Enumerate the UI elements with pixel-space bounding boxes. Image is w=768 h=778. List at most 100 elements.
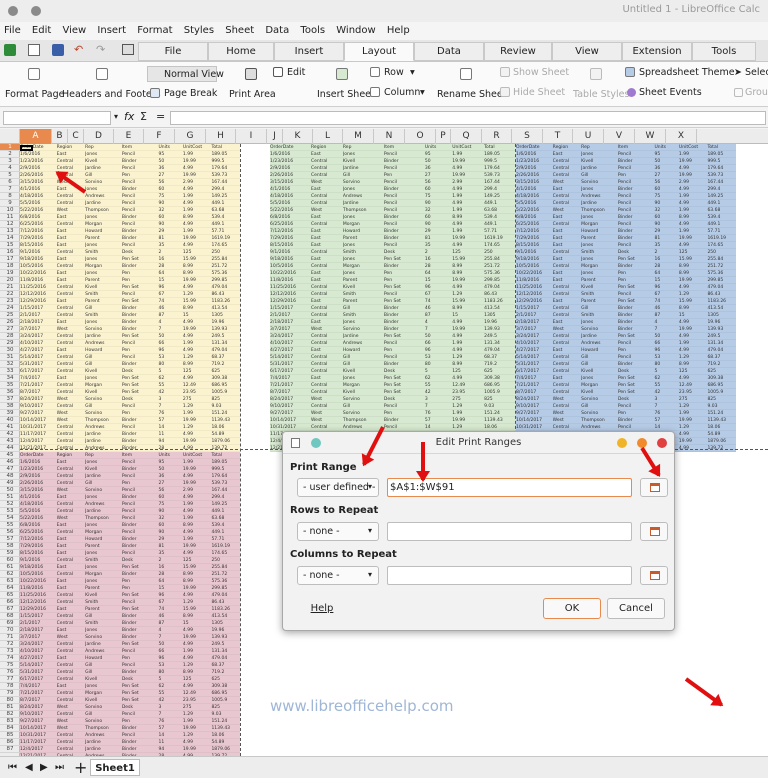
table-cell[interactable]: 686.95 <box>484 382 516 389</box>
table-cell[interactable]: East <box>57 375 86 382</box>
table-cell[interactable]: Pencil <box>384 242 425 249</box>
table-cell[interactable]: 7/12/2016 <box>516 228 553 235</box>
table-cell[interactable]: 1.99 <box>452 410 484 417</box>
table-cell[interactable]: 251.72 <box>211 263 240 270</box>
table-cell[interactable]: Gill <box>85 361 122 368</box>
table-cell[interactable]: 5 <box>158 368 182 375</box>
menu-data[interactable]: Data <box>261 22 293 36</box>
table-cell[interactable]: 3/7/2017 <box>20 634 57 641</box>
table-cell[interactable]: 60 <box>158 186 182 193</box>
table-cell[interactable]: 1619.19 <box>484 235 516 242</box>
table-cell[interactable]: Thompson <box>343 417 384 424</box>
table-cell[interactable]: 11/25/2016 <box>20 284 57 291</box>
column-button[interactable]: Column <box>384 87 420 98</box>
table-cell[interactable]: 2/1/2017 <box>516 312 553 319</box>
table-cell[interactable]: East <box>311 375 343 382</box>
table-cell[interactable]: 14 <box>158 424 182 431</box>
table-cell[interactable]: 4.99 <box>452 221 484 228</box>
table-cell[interactable]: 57 <box>158 417 182 424</box>
add-sheet-icon[interactable]: + <box>74 758 87 777</box>
table-cell[interactable]: Central <box>57 508 86 515</box>
table-cell[interactable]: 74 <box>425 298 452 305</box>
table-cell[interactable]: Pen Set <box>618 298 655 305</box>
table-cell[interactable]: UnitCost <box>183 452 212 459</box>
table-cell[interactable]: Smith <box>85 599 122 606</box>
column-header[interactable]: V <box>604 129 635 144</box>
row-header[interactable]: 52 <box>0 501 20 508</box>
table-cell[interactable]: Howard <box>85 228 122 235</box>
table-cell[interactable]: East <box>57 235 86 242</box>
row-header[interactable]: 39 <box>0 410 20 417</box>
table-cell[interactable]: 189.05 <box>707 151 736 158</box>
table-cell[interactable]: Central <box>311 305 343 312</box>
table-cell[interactable]: Morgan <box>85 263 122 270</box>
table-cell[interactable]: East <box>553 319 582 326</box>
table-cell[interactable]: Jardine <box>85 473 122 480</box>
table-cell[interactable]: Sorvino <box>581 326 618 333</box>
table-cell[interactable]: 4 <box>654 319 678 326</box>
table-cell[interactable]: 1619.19 <box>707 235 736 242</box>
table-cell[interactable]: Binder <box>122 361 159 368</box>
table-cell[interactable]: 7/21/2017 <box>20 382 57 389</box>
table-cell[interactable]: 16 <box>158 564 182 571</box>
table-cell[interactable]: West <box>553 417 582 424</box>
table-cell[interactable]: Central <box>57 557 86 564</box>
table-cell[interactable]: Kivell <box>581 389 618 396</box>
table-cell[interactable]: 2/26/2016 <box>516 172 553 179</box>
table-cell[interactable]: Howard <box>581 228 618 235</box>
table-cell[interactable]: Pencil <box>618 179 655 186</box>
table-cell[interactable]: 4.99 <box>183 508 212 515</box>
table-cell[interactable]: 1.99 <box>452 207 484 214</box>
table-cell[interactable]: 575.36 <box>484 270 516 277</box>
table-cell[interactable]: Sorvino <box>581 410 618 417</box>
row-header[interactable]: 69 <box>0 620 20 627</box>
table-cell[interactable]: Desk <box>384 249 425 256</box>
table-cell[interactable]: East <box>57 151 86 158</box>
table-cell[interactable]: 46 <box>158 613 182 620</box>
table-cell[interactable]: East <box>311 242 343 249</box>
table-cell[interactable]: Central <box>553 368 582 375</box>
table-cell[interactable]: 54.89 <box>707 431 736 438</box>
row-header[interactable]: 83 <box>0 718 20 725</box>
table-cell[interactable]: Central <box>57 333 86 340</box>
table-cell[interactable]: 8.99 <box>679 214 708 221</box>
table-cell[interactable]: Pen <box>618 172 655 179</box>
table-cell[interactable]: 50 <box>654 333 678 340</box>
table-cell[interactable]: 539.73 <box>707 172 736 179</box>
table-cell[interactable]: Sorvino <box>343 326 384 333</box>
table-cell[interactable]: Binder <box>122 305 159 312</box>
table-cell[interactable]: Howard <box>85 655 122 662</box>
table-cell[interactable]: Jardine <box>85 746 122 753</box>
table-cell[interactable]: Smith <box>581 249 618 256</box>
row-header[interactable]: 10 <box>0 207 20 214</box>
row-header[interactable]: 47 <box>0 466 20 473</box>
table-cell[interactable]: 131.34 <box>707 340 736 347</box>
table-cell[interactable]: 999.5 <box>211 466 240 473</box>
table-cell[interactable]: Central <box>57 438 86 445</box>
table-cell[interactable]: Smith <box>343 291 384 298</box>
table-cell[interactable]: Jones <box>343 214 384 221</box>
table-cell[interactable]: 12/4/2017 <box>20 438 57 445</box>
table-cell[interactable]: Jones <box>581 186 618 193</box>
row-header[interactable]: 55 <box>0 522 20 529</box>
table-cell[interactable]: Central <box>57 200 86 207</box>
table-cell[interactable]: Smith <box>581 312 618 319</box>
table-cell[interactable]: Pencil <box>384 151 425 158</box>
table-cell[interactable]: East <box>311 235 343 242</box>
table-cell[interactable]: Item <box>384 144 425 151</box>
table-cell[interactable]: 4/10/2017 <box>270 340 311 347</box>
row-header[interactable]: 4 <box>0 165 20 172</box>
table-cell[interactable]: Central <box>553 165 582 172</box>
table-cell[interactable]: 6/17/2017 <box>270 368 311 375</box>
row-header[interactable]: 58 <box>0 543 20 550</box>
table-cell[interactable]: 76 <box>158 410 182 417</box>
table-cell[interactable]: 4/10/2017 <box>516 340 553 347</box>
table-cell[interactable]: Central <box>57 571 86 578</box>
table-cell[interactable]: Pencil <box>122 501 159 508</box>
menu-format[interactable]: Format <box>133 22 176 36</box>
table-cell[interactable]: Pen <box>122 410 159 417</box>
table-cell[interactable]: Central <box>553 158 582 165</box>
table-cell[interactable]: Parent <box>85 585 122 592</box>
table-cell[interactable]: 29 <box>158 536 182 543</box>
table-cell[interactable]: Jones <box>85 186 122 193</box>
